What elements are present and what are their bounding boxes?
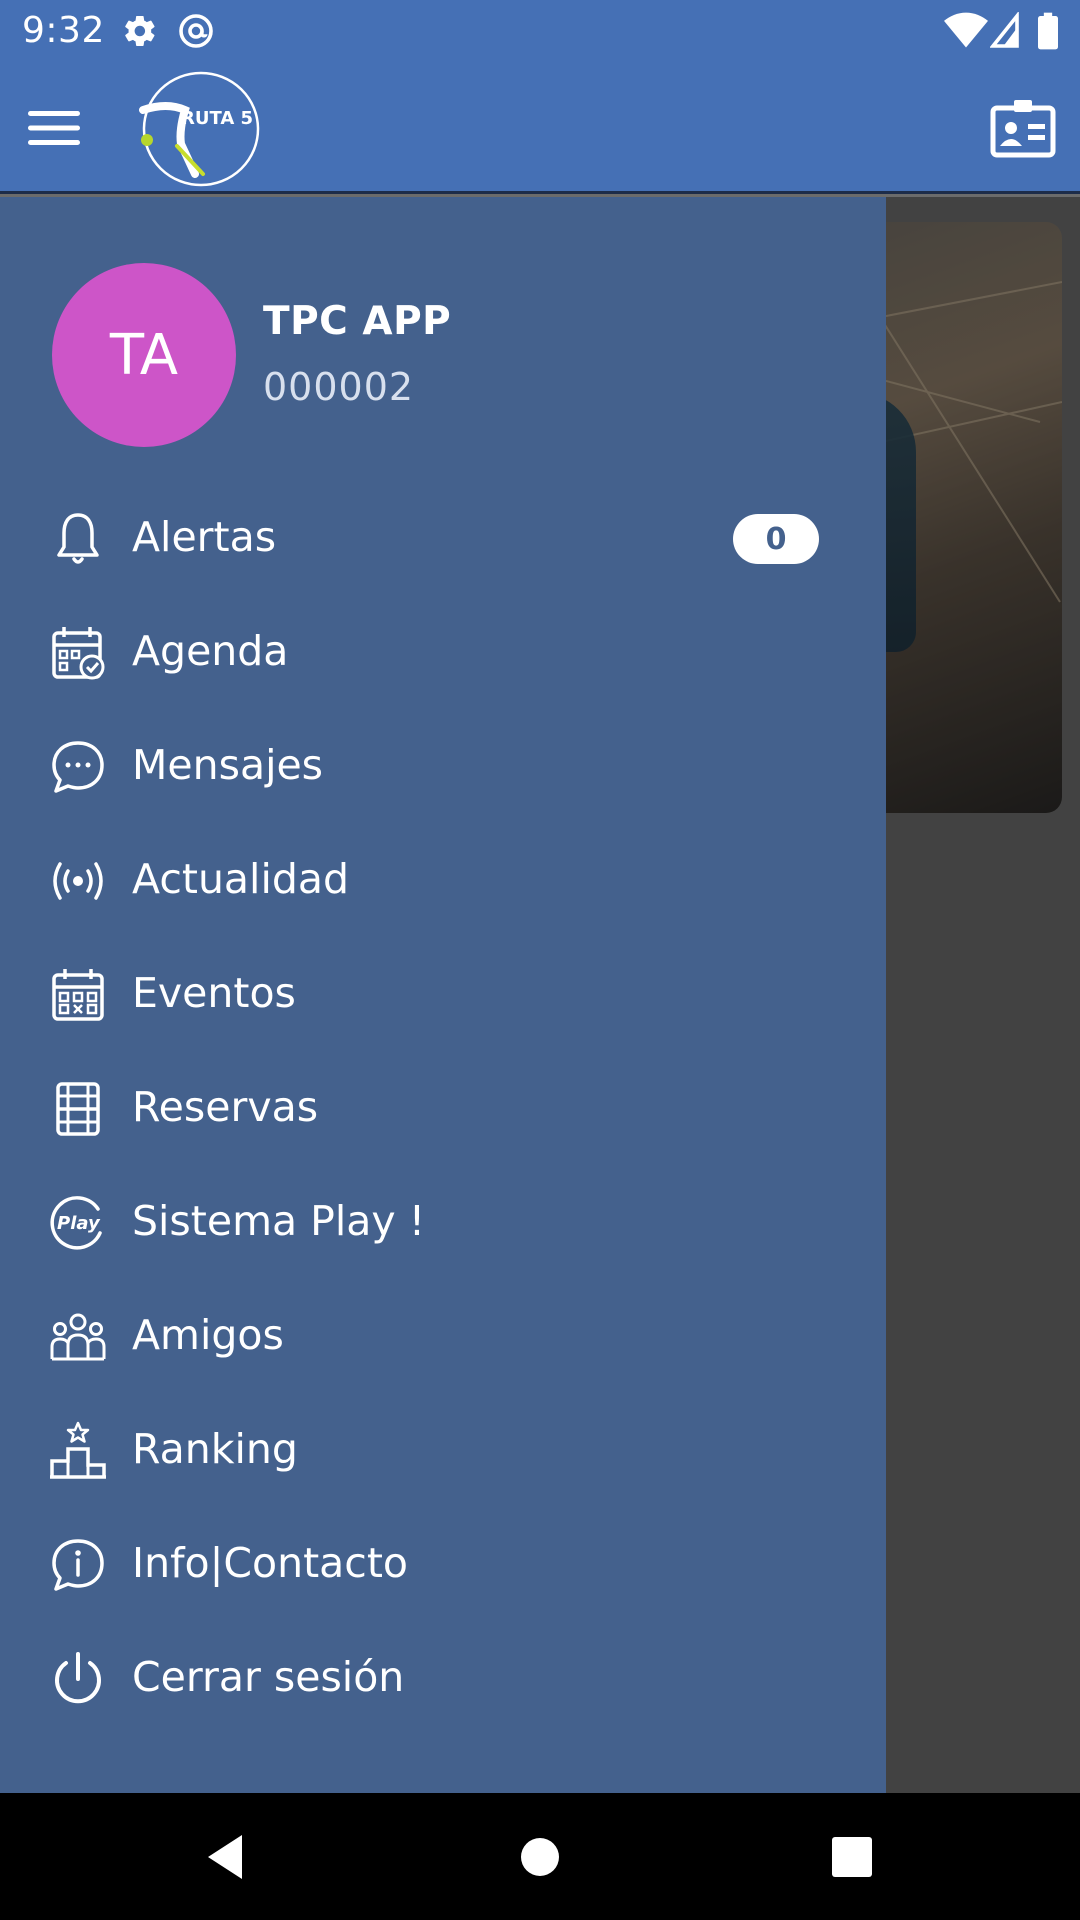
- drawer-item-alertas[interactable]: Alertas 0: [0, 485, 886, 585]
- calendar-grid-icon: [52, 969, 104, 1021]
- drawer-item-ranking[interactable]: Ranking: [0, 1397, 886, 1497]
- drawer-item-label: Eventos: [132, 969, 296, 1017]
- drawer-item-label: Alertas: [132, 513, 277, 561]
- back-icon[interactable]: [200, 1831, 252, 1883]
- bell-icon: [57, 513, 99, 564]
- gear-icon: [125, 16, 155, 46]
- battery-icon: [1038, 12, 1058, 50]
- drawer-item-eventos[interactable]: Eventos: [0, 941, 886, 1041]
- power-icon: [55, 1652, 101, 1704]
- podium-icon: [50, 1421, 106, 1479]
- avatar-initials: TA: [109, 322, 179, 388]
- navigation-drawer: TA TPC APP 000002 Alertas 0 Agenda Mensa…: [0, 197, 886, 1793]
- broadcast-icon: [53, 862, 103, 900]
- status-bar: 9:32: [0, 0, 1080, 62]
- alert-count-badge: 0: [733, 514, 819, 564]
- drawer-item-actualidad[interactable]: Actualidad: [0, 827, 886, 927]
- drawer-item-reservas[interactable]: Reservas: [0, 1055, 886, 1155]
- wifi-icon: [944, 12, 988, 48]
- hamburger-icon[interactable]: [26, 106, 82, 150]
- drawer-item-label: Agenda: [132, 627, 289, 675]
- drawer-item-label: Ranking: [132, 1425, 298, 1473]
- drawer-item-label: Reservas: [132, 1083, 319, 1131]
- drawer-item-label: Mensajes: [132, 741, 324, 789]
- user-name: TPC APP: [263, 299, 452, 344]
- play-logo-icon: Play: [50, 1196, 102, 1250]
- logo-text: RUTA 5: [181, 108, 253, 129]
- app-bar: RUTA 5: [0, 62, 1080, 194]
- cell-signal-icon: [990, 12, 1019, 48]
- at-sign-icon: [179, 14, 213, 48]
- id-card-icon[interactable]: [990, 98, 1056, 158]
- drawer-item-cerrar-sesion[interactable]: Cerrar sesión: [0, 1625, 886, 1725]
- home-icon[interactable]: [514, 1831, 566, 1883]
- drawer-item-mensajes[interactable]: Mensajes: [0, 713, 886, 813]
- svg-text:Play: Play: [57, 1213, 101, 1234]
- drawer-item-agenda[interactable]: Agenda: [0, 599, 886, 699]
- group-icon: [50, 1313, 106, 1361]
- status-time: 9:32: [22, 10, 105, 51]
- user-id: 000002: [263, 365, 415, 409]
- system-nav-bar: [0, 1793, 1080, 1920]
- chat-bubble-icon: [52, 741, 104, 793]
- court-icon: [56, 1082, 100, 1136]
- drawer-item-label: Sistema Play !: [132, 1197, 426, 1245]
- drawer-item-amigos[interactable]: Amigos: [0, 1283, 886, 1383]
- avatar[interactable]: TA: [52, 263, 236, 447]
- drawer-item-info-contacto[interactable]: Info|Contacto: [0, 1511, 886, 1611]
- app-logo: RUTA 5: [137, 70, 261, 188]
- drawer-item-label: Actualidad: [132, 855, 350, 903]
- recents-icon[interactable]: [826, 1831, 878, 1883]
- drawer-item-label: Amigos: [132, 1311, 284, 1359]
- drawer-item-label: Cerrar sesión: [132, 1653, 405, 1701]
- calendar-check-icon: [52, 627, 105, 680]
- info-bubble-icon: [52, 1539, 104, 1591]
- drawer-item-label: Info|Contacto: [132, 1539, 409, 1587]
- drawer-item-sistema-play[interactable]: Play Sistema Play !: [0, 1169, 886, 1269]
